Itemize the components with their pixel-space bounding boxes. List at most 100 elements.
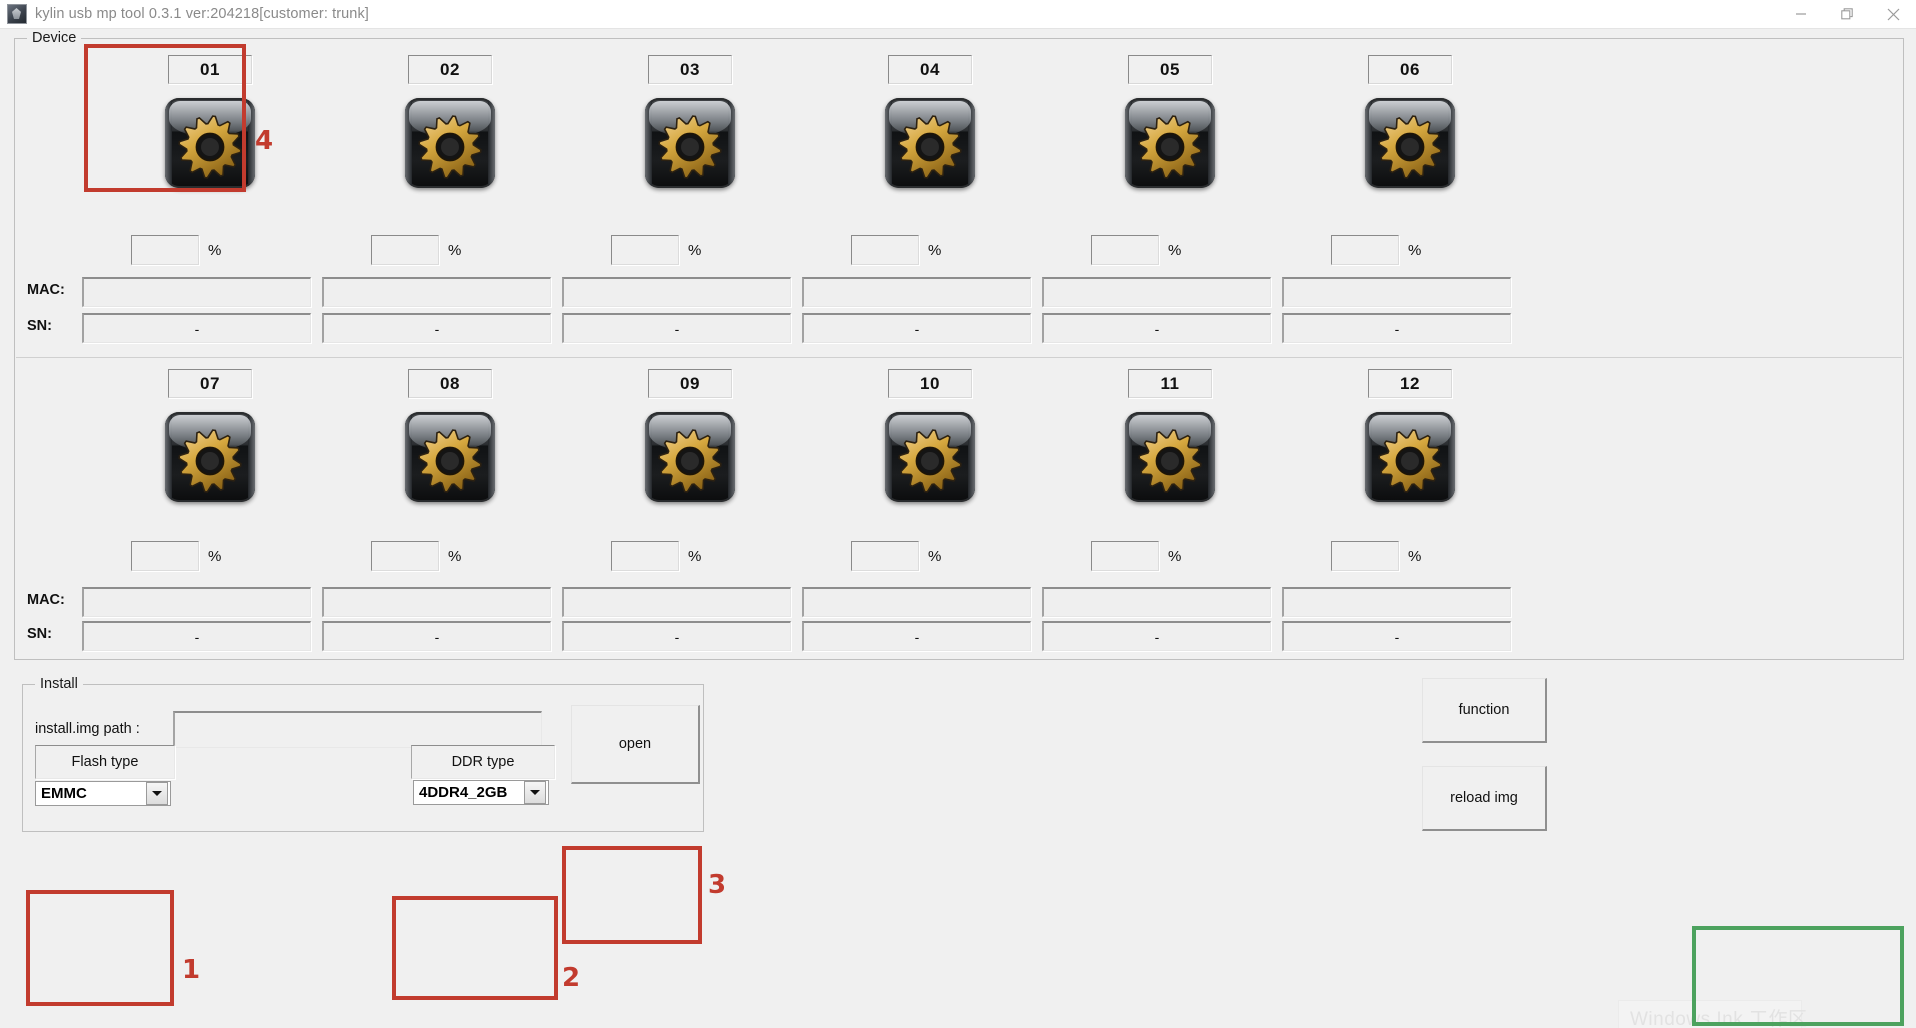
device-progress-row: % (1331, 235, 1421, 265)
mac-input[interactable] (802, 277, 1031, 307)
percent-symbol: % (1168, 547, 1182, 565)
gear-icon[interactable] (405, 98, 495, 188)
gear-icon[interactable] (645, 412, 735, 502)
device-icon-wrap[interactable] (643, 410, 737, 504)
device-icon-wrap[interactable] (1123, 96, 1217, 190)
mac-input[interactable] (1282, 587, 1511, 617)
device-progress-row: % (611, 235, 701, 265)
chevron-down-icon[interactable] (524, 781, 546, 804)
window-title: kylin usb mp tool 0.3.1 ver:204218[custo… (35, 6, 369, 22)
sn-input[interactable]: - (1042, 313, 1271, 343)
close-icon[interactable] (1870, 0, 1916, 28)
sn-input[interactable]: - (802, 313, 1031, 343)
mac-input[interactable] (1282, 277, 1511, 307)
device-number-box[interactable]: 04 (888, 55, 972, 84)
install-path-label: install.img path : (35, 721, 140, 737)
device-icon-wrap[interactable] (643, 96, 737, 190)
application-window: kylin usb mp tool 0.3.1 ver:204218[custo… (0, 0, 1916, 1028)
device-number-box[interactable]: 08 (408, 369, 492, 398)
device-icon-wrap[interactable] (403, 410, 497, 504)
minimize-icon[interactable] (1778, 0, 1824, 28)
device-number-box[interactable]: 02 (408, 55, 492, 84)
open-button[interactable]: open (571, 705, 700, 784)
device-number: 02 (440, 59, 460, 79)
mac-input[interactable] (82, 587, 311, 617)
percent-symbol: % (208, 547, 222, 565)
gear-icon[interactable] (1125, 412, 1215, 502)
device-number-box[interactable]: 09 (648, 369, 732, 398)
percent-symbol: % (448, 547, 462, 565)
device-icon-wrap[interactable] (163, 410, 257, 504)
sn-input[interactable]: - (82, 621, 311, 651)
device-cell: 02 (335, 55, 565, 190)
percent-symbol: % (1408, 547, 1422, 565)
gear-icon[interactable] (645, 98, 735, 188)
sn-input[interactable]: - (1282, 313, 1511, 343)
ddr-type-value: 4DDR4_2GB (419, 784, 508, 801)
sn-input[interactable]: - (1042, 621, 1271, 651)
flash-type-label: Flash type (35, 745, 175, 779)
gear-icon[interactable] (1125, 98, 1215, 188)
sn-input[interactable]: - (322, 313, 551, 343)
device-number-box[interactable]: 10 (888, 369, 972, 398)
mac-input[interactable] (562, 277, 791, 307)
gear-icon[interactable] (885, 98, 975, 188)
gear-icon[interactable] (1365, 412, 1455, 502)
app-icon (7, 4, 27, 24)
mac-input[interactable] (322, 277, 551, 307)
device-icon-wrap[interactable] (1123, 410, 1217, 504)
mac-input[interactable] (82, 277, 311, 307)
sn-input[interactable]: - (802, 621, 1031, 651)
progress-value-box (1091, 235, 1159, 265)
flash-type-select[interactable]: EMMC (35, 781, 171, 806)
sn-input[interactable]: - (1282, 621, 1511, 651)
ddr-type-select[interactable]: 4DDR4_2GB (413, 780, 549, 805)
device-icon-wrap[interactable] (163, 96, 257, 190)
mac-row-label: MAC: (27, 592, 65, 608)
device-icon-wrap[interactable] (403, 96, 497, 190)
install-path-input[interactable] (173, 711, 542, 748)
percent-symbol: % (688, 241, 702, 259)
device-number: 01 (200, 59, 220, 79)
device-number-box[interactable]: 11 (1128, 369, 1212, 398)
chevron-down-icon[interactable] (146, 782, 168, 805)
function-button[interactable]: function (1422, 678, 1547, 743)
device-number-box[interactable]: 01 (168, 55, 252, 84)
device-group: Device 01 02 03 04 05 06 07 08 09 10 11 12 MAC: SN:%… (14, 30, 1904, 660)
device-number-box[interactable]: 03 (648, 55, 732, 84)
device-icon-wrap[interactable] (1363, 410, 1457, 504)
sn-input[interactable]: - (322, 621, 551, 651)
device-number-box[interactable]: 12 (1368, 369, 1452, 398)
gear-icon[interactable] (885, 412, 975, 502)
device-number-box[interactable]: 06 (1368, 55, 1452, 84)
restore-icon[interactable] (1824, 0, 1870, 28)
device-icon-wrap[interactable] (883, 410, 977, 504)
device-progress-row: % (851, 235, 941, 265)
device-cell: 06 (1295, 55, 1525, 190)
annotation-rect-3 (562, 846, 702, 944)
annotation-label-1: 1 (182, 955, 201, 985)
mac-input[interactable] (802, 587, 1031, 617)
sn-input[interactable]: - (562, 621, 791, 651)
gear-icon[interactable] (405, 412, 495, 502)
sn-input[interactable]: - (562, 313, 791, 343)
title-bar: kylin usb mp tool 0.3.1 ver:204218[custo… (0, 0, 1916, 29)
gear-icon[interactable] (165, 412, 255, 502)
gear-icon[interactable] (165, 98, 255, 188)
device-icon-wrap[interactable] (1363, 96, 1457, 190)
mac-input[interactable] (562, 587, 791, 617)
reload-img-button[interactable]: reload img (1422, 766, 1547, 831)
mac-input[interactable] (1042, 587, 1271, 617)
progress-value-box (371, 541, 439, 571)
gear-icon[interactable] (1365, 98, 1455, 188)
device-number-box[interactable]: 05 (1128, 55, 1212, 84)
device-progress-row: % (131, 235, 221, 265)
progress-value-box (1331, 235, 1399, 265)
device-progress-row: % (1091, 541, 1181, 571)
device-cell: 08 (335, 369, 565, 504)
device-icon-wrap[interactable] (883, 96, 977, 190)
sn-input[interactable]: - (82, 313, 311, 343)
device-number-box[interactable]: 07 (168, 369, 252, 398)
mac-input[interactable] (1042, 277, 1271, 307)
mac-input[interactable] (322, 587, 551, 617)
